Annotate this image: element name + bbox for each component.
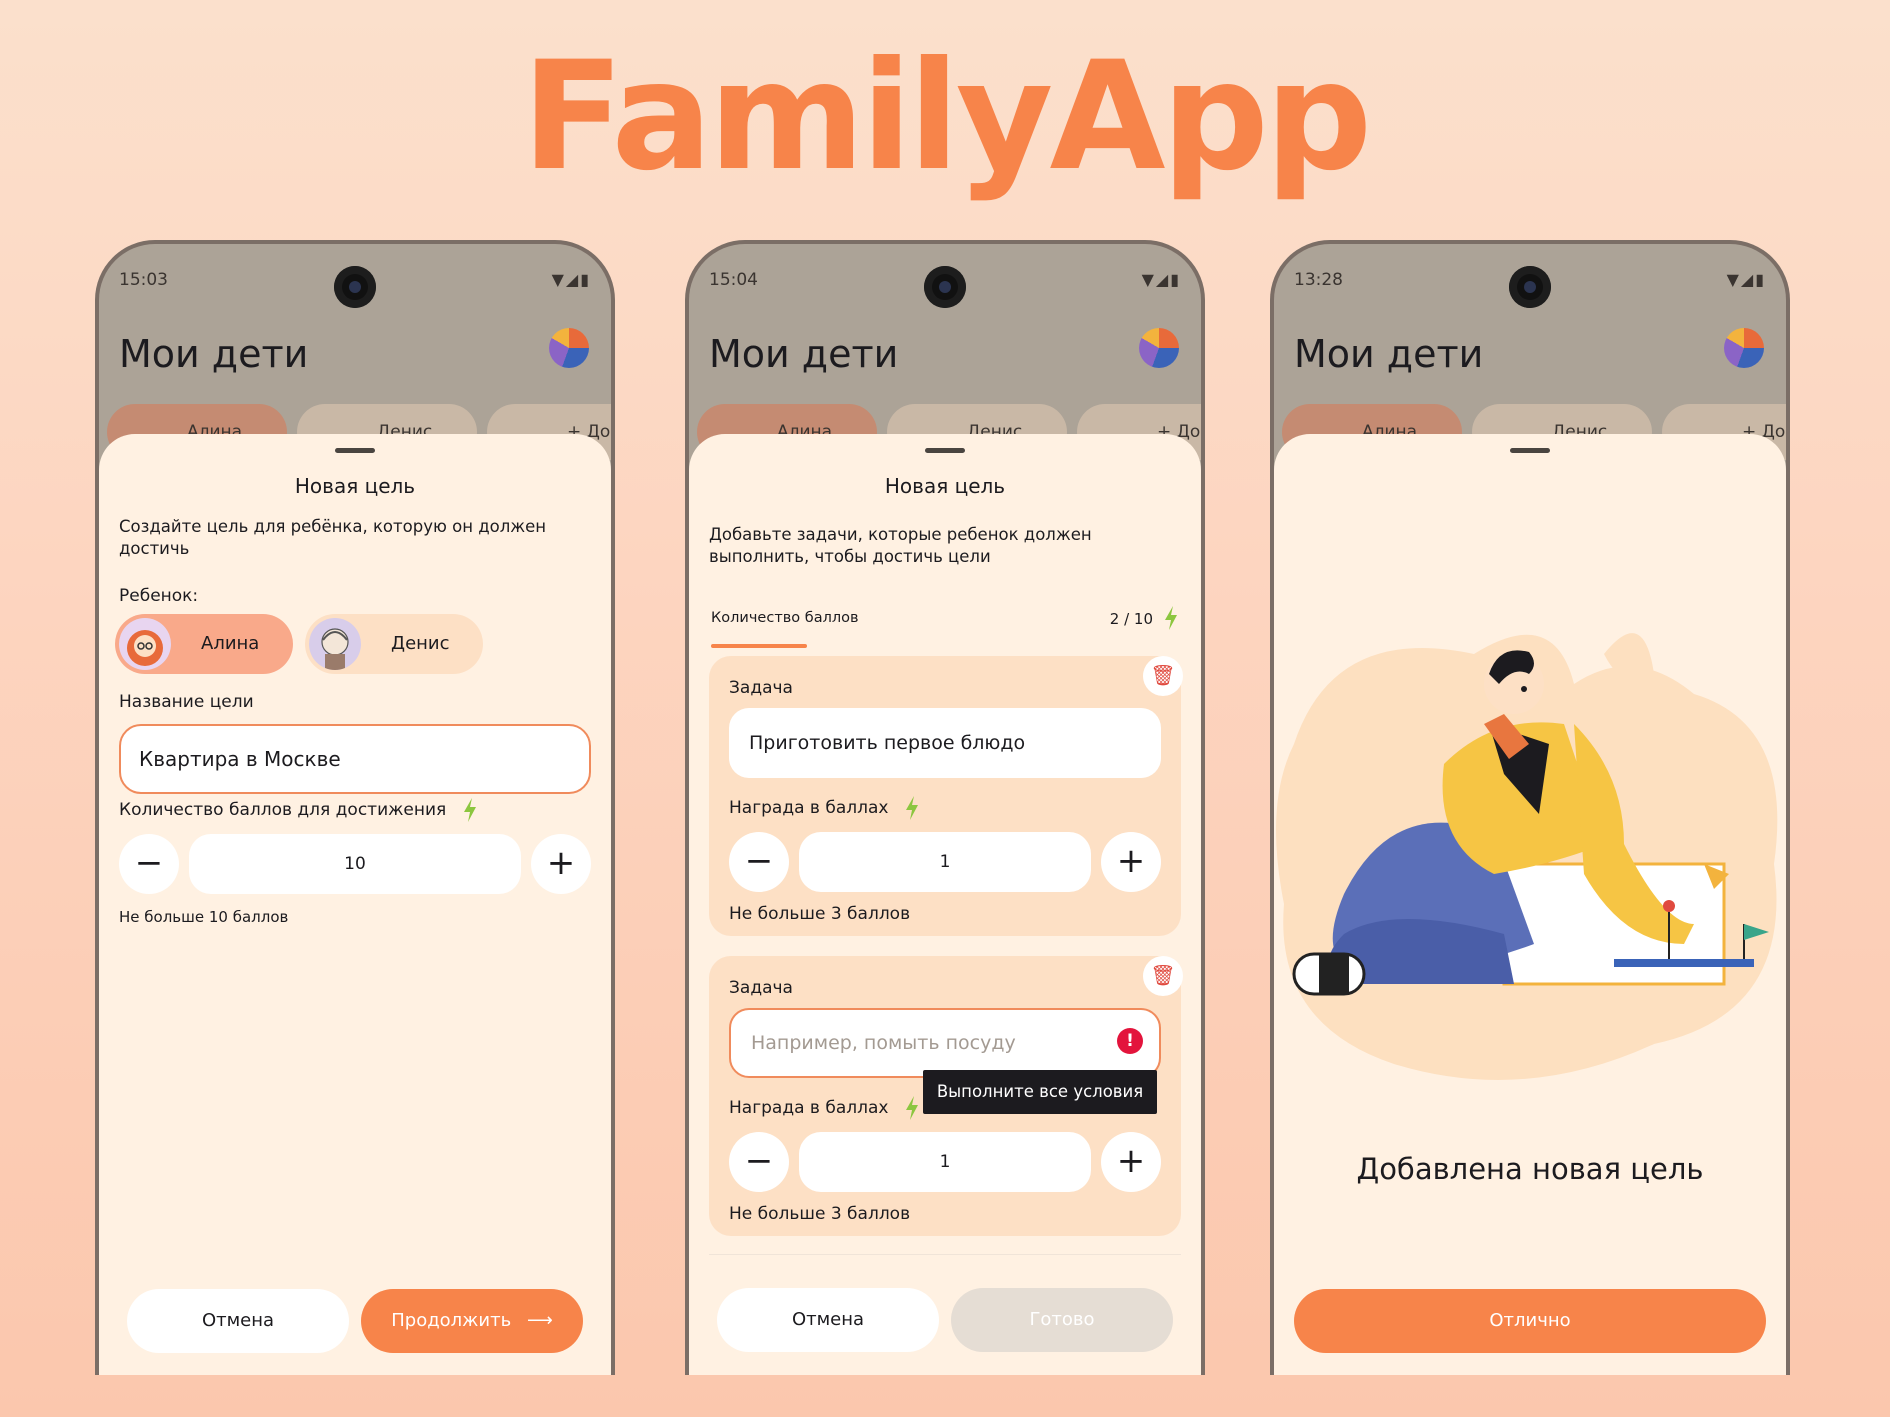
screen-2: 15:04 ▼◢▮ Мои дети АлинаДенис+ Добавить …	[689, 244, 1201, 1375]
phone-1: 15:03 ▼◢▮ Мои дети АлинаДенис+ Добавить …	[95, 240, 615, 1375]
screen-3: 13:28 ▼◢▮ Мои дети АлинаДенис+ Добавить	[1274, 244, 1786, 1375]
continue-label: Продолжить	[391, 1310, 512, 1331]
camera-cutout	[1509, 266, 1551, 308]
reward-stepper: − 1 +	[729, 832, 1161, 892]
bolt-icon	[1165, 606, 1177, 630]
error-icon: !	[1117, 1028, 1143, 1054]
wifi-icon: ▼	[1141, 270, 1156, 289]
task-card: Задача 🗑 Например, помыть посуду ! Выпол…	[709, 956, 1183, 1236]
tab-underline	[711, 644, 807, 648]
bolt-icon	[905, 1096, 918, 1120]
signal-icon: ◢	[565, 270, 581, 289]
reward-hint: Не больше 3 баллов	[729, 1204, 911, 1224]
success-illustration	[1276, 633, 1778, 1080]
wifi-icon: ▼	[1726, 270, 1741, 289]
cancel-button[interactable]: Отмена	[717, 1288, 939, 1352]
sheet-handle[interactable]	[335, 448, 375, 453]
cancel-button[interactable]: Отмена	[127, 1289, 349, 1353]
reward-label-text: Награда в баллах	[729, 1098, 889, 1118]
task-card: Задача 🗑 Приготовить первое блюдо Наград…	[709, 656, 1183, 936]
reward-minus-button[interactable]: −	[729, 1132, 789, 1192]
points-counter: 2 / 10	[1109, 610, 1153, 628]
screen-1: 15:03 ▼◢▮ Мои дети АлинаДенис+ Добавить …	[99, 244, 611, 1375]
task-label: Задача	[729, 678, 793, 698]
ok-button[interactable]: Отлично	[1294, 1289, 1766, 1353]
camera-cutout	[334, 266, 376, 308]
signal-icon: ◢	[1740, 270, 1756, 289]
child-chip-alina[interactable]: Алина	[115, 614, 293, 674]
status-time: 13:28	[1294, 270, 1343, 290]
error-tooltip: Выполните все условия	[923, 1070, 1157, 1114]
continue-button[interactable]: Продолжить ⟶	[361, 1289, 583, 1353]
sheet-title: Новая цель	[294, 474, 416, 498]
task-label: Задача	[729, 978, 793, 998]
wifi-icon: ▼	[551, 270, 566, 289]
sheet-handle[interactable]	[1510, 448, 1550, 453]
reward-plus-button[interactable]: +	[1101, 832, 1161, 892]
sheet-description: Создайте цель для ребёнка, которую он до…	[119, 517, 547, 558]
child-label: Ребенок:	[119, 586, 199, 606]
avatar-denis	[309, 618, 361, 670]
points-hint: Не больше 10 баллов	[119, 908, 289, 926]
bottom-sheet: Добавлена новая цель Отлично	[1274, 434, 1786, 1375]
arrow-right-icon: ⟶	[526, 1310, 553, 1331]
avatar-alina	[119, 618, 171, 670]
battery-icon: ▮	[580, 270, 591, 289]
profile-avatar[interactable]	[1139, 328, 1179, 368]
task-input[interactable]: Приготовить первое блюдо	[729, 708, 1161, 778]
done-button[interactable]: Готово	[951, 1288, 1173, 1352]
brand-title: FamilyApp	[521, 30, 1373, 204]
points-tab: Количество баллов 2 / 10	[709, 604, 1181, 654]
reward-value[interactable]: 1	[799, 832, 1091, 892]
status-icons: ▼◢▮	[1727, 270, 1766, 289]
points-label-text: Количество баллов для достижения	[119, 800, 447, 820]
profile-avatar[interactable]	[1724, 328, 1764, 368]
goal-name-input[interactable]: Квартира в Москве	[119, 724, 591, 794]
status-time: 15:03	[119, 270, 168, 290]
goal-name-label: Название цели	[119, 692, 254, 712]
task-input[interactable]: Например, помыть посуду	[729, 1008, 1161, 1078]
points-stepper: − 10 +	[119, 834, 591, 894]
divider	[709, 1254, 1181, 1255]
reward-label-text: Награда в баллах	[729, 798, 889, 818]
bottom-sheet: Новая цель Создайте цель для ребёнка, ко…	[99, 434, 611, 1375]
status-icons: ▼◢▮	[552, 270, 591, 289]
bottom-sheet: Новая цель Добавьте задачи, которые ребе…	[689, 434, 1201, 1375]
reward-hint: Не больше 3 баллов	[729, 904, 911, 924]
success-message: Добавлена новая цель	[1356, 1152, 1704, 1186]
phone-3: 13:28 ▼◢▮ Мои дети АлинаДенис+ Добавить	[1270, 240, 1790, 1375]
reward-minus-button[interactable]: −	[729, 832, 789, 892]
reward-value[interactable]: 1	[799, 1132, 1091, 1192]
reward-plus-button[interactable]: +	[1101, 1132, 1161, 1192]
bolt-icon	[463, 798, 476, 822]
points-label: Количество баллов для достижения	[119, 798, 478, 822]
points-value[interactable]: 10	[189, 834, 521, 894]
reward-label: Награда в баллах	[729, 796, 920, 820]
reward-label: Награда в баллах	[729, 1096, 920, 1120]
phone-2: 15:04 ▼◢▮ Мои дети АлинаДенис+ Добавить …	[685, 240, 1205, 1375]
bolt-icon	[905, 796, 918, 820]
child-chip-label: Денис	[391, 633, 450, 654]
status-icons: ▼◢▮	[1142, 270, 1181, 289]
sheet-description: Добавьте задачи, которые ребенок должен …	[709, 525, 1092, 566]
battery-icon: ▮	[1755, 270, 1766, 289]
points-tab-label: Количество баллов	[711, 610, 859, 626]
trash-icon[interactable]: 🗑	[1143, 956, 1183, 996]
page-title: Мои дети	[709, 332, 899, 376]
profile-avatar[interactable]	[549, 328, 589, 368]
points-minus-button[interactable]: −	[119, 834, 179, 894]
page-title: Мои дети	[119, 332, 309, 376]
page-title: Мои дети	[1294, 332, 1484, 376]
child-chip-denis[interactable]: Денис	[305, 614, 483, 674]
reward-stepper: − 1 +	[729, 1132, 1161, 1192]
child-chip-label: Алина	[201, 633, 260, 654]
status-time: 15:04	[709, 270, 758, 290]
sheet-handle[interactable]	[925, 448, 965, 453]
battery-icon: ▮	[1170, 270, 1181, 289]
sheet-title: Новая цель	[884, 474, 1006, 498]
signal-icon: ◢	[1155, 270, 1171, 289]
points-plus-button[interactable]: +	[531, 834, 591, 894]
trash-icon[interactable]: 🗑	[1143, 656, 1183, 696]
camera-cutout	[924, 266, 966, 308]
